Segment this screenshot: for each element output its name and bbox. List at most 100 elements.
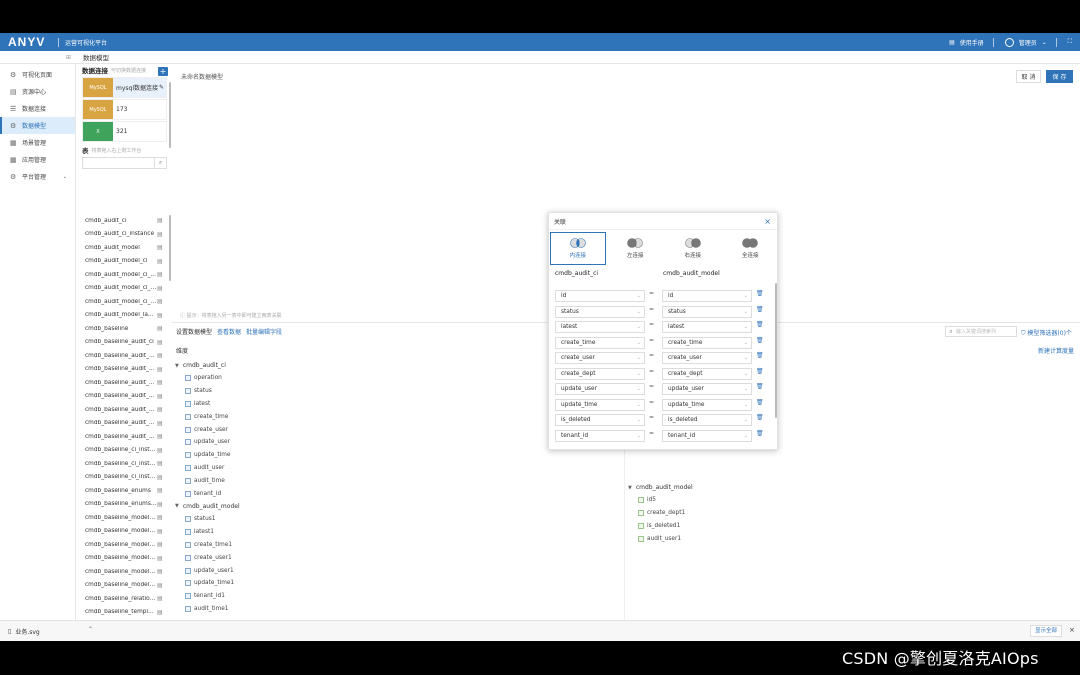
table-icon[interactable]: ▤ bbox=[157, 352, 163, 359]
chevron-down-icon[interactable]: ⌄ bbox=[744, 384, 748, 395]
table-icon[interactable]: ▤ bbox=[157, 379, 163, 386]
tree-field[interactable]: audit_user bbox=[175, 462, 615, 475]
table-icon[interactable]: ▤ bbox=[157, 325, 163, 332]
table-item[interactable]: cmdb_baseline_audit_ci ▤ bbox=[78, 336, 171, 350]
left-field-select[interactable]: create_dept ⌄ bbox=[555, 367, 645, 380]
tree-field[interactable]: update_user1 bbox=[175, 564, 615, 577]
table-icon[interactable]: ▤ bbox=[157, 285, 163, 292]
chevron-down-icon[interactable]: ⌄ bbox=[637, 384, 641, 395]
chevron-down-icon[interactable]: ⌄ bbox=[637, 338, 641, 349]
tab-batch-edit[interactable]: 批量编辑字段 bbox=[246, 327, 282, 336]
caret-down-icon[interactable]: ▼ bbox=[628, 485, 632, 491]
tree-field[interactable]: audit_user1 bbox=[628, 532, 828, 545]
left-field-select[interactable]: status ⌄ bbox=[555, 305, 645, 318]
table-icon[interactable]: ▤ bbox=[157, 474, 163, 481]
fullscreen-icon[interactable]: ⛶ bbox=[1068, 38, 1072, 46]
grid-icon[interactable]: ⊞ bbox=[66, 54, 71, 61]
add-connection-button[interactable]: + bbox=[158, 67, 168, 76]
table-item[interactable]: cmdb_audit_model_ci_... ▤ bbox=[78, 268, 171, 282]
tree-field[interactable]: update_time bbox=[175, 449, 615, 462]
user-menu[interactable]: 管理员 bbox=[1019, 38, 1037, 47]
chevron-down-icon[interactable]: ⌄ bbox=[1042, 39, 1047, 46]
left-field-select[interactable]: id ⌄ bbox=[555, 290, 645, 302]
tab-settings[interactable]: 设置数据模型 bbox=[176, 327, 212, 336]
table-search-input[interactable]: ⌕ bbox=[82, 157, 167, 169]
chevron-down-icon[interactable]: ⌄ bbox=[637, 353, 641, 364]
table-icon[interactable]: ▤ bbox=[157, 393, 163, 400]
left-field-select[interactable]: create_user ⌄ bbox=[555, 352, 645, 364]
table-item[interactable]: cmdb_baseline ▤ bbox=[78, 322, 171, 336]
table-item[interactable]: cmdb_audit_model ▤ bbox=[78, 241, 171, 255]
table-item[interactable]: cmdb_audit_model_ci_r... ▤ bbox=[78, 282, 171, 296]
source-scrollbar[interactable] bbox=[169, 82, 171, 148]
tree-field[interactable]: update_time1 bbox=[175, 577, 615, 590]
model-name[interactable]: 未命名数据模型 bbox=[181, 72, 223, 81]
join-type-1[interactable]: 内连接 bbox=[550, 232, 606, 265]
delete-icon[interactable]: 🗑 bbox=[756, 430, 764, 437]
tree-field[interactable]: audit_time1 bbox=[175, 603, 615, 616]
delete-icon[interactable]: 🗑 bbox=[756, 399, 764, 406]
search-icon[interactable]: ⌕ bbox=[154, 158, 166, 168]
right-field-select[interactable]: latest ⌄ bbox=[662, 321, 752, 333]
right-field-select[interactable]: tenant_id ⌄ bbox=[662, 429, 752, 442]
delete-icon[interactable]: 🗑 bbox=[756, 337, 764, 344]
delete-icon[interactable]: 🗑 bbox=[756, 290, 764, 297]
chevron-down-icon[interactable]: ⌄ bbox=[744, 369, 748, 380]
right-field-select[interactable]: update_time ⌄ bbox=[662, 398, 752, 411]
table-item[interactable]: cmdb_baseline_audit_... ▤ bbox=[78, 417, 171, 431]
table-icon[interactable]: ▤ bbox=[157, 609, 163, 616]
table-item[interactable]: cmdb_baseline_audit_... ▤ bbox=[78, 363, 171, 377]
table-icon[interactable]: ▤ bbox=[157, 366, 163, 373]
right-field-select[interactable]: id ⌄ bbox=[662, 290, 752, 302]
table-item[interactable]: cmdb_baseline_ci_insta... ▤ bbox=[78, 457, 171, 471]
table-item[interactable]: cmdb_baseline_ci_insta... ▤ bbox=[78, 444, 171, 458]
data-source-item[interactable]: MySQL mysql数据连接 ✎ bbox=[82, 77, 167, 98]
table-item[interactable]: cmdb_audit_model_ci ▤ bbox=[78, 255, 171, 269]
table-icon[interactable]: ▤ bbox=[157, 487, 163, 494]
table-item[interactable]: cmdb_baseline_relation... ▤ bbox=[78, 592, 171, 606]
tree-group[interactable]: ▼ cmdb_audit_model bbox=[628, 481, 828, 494]
left-field-select[interactable]: is_deleted ⌄ bbox=[555, 414, 645, 426]
table-icon[interactable]: ▤ bbox=[157, 312, 163, 319]
table-item[interactable]: cmdb_baseline_audit_... ▤ bbox=[78, 430, 171, 444]
right-field-select[interactable]: update_user ⌄ bbox=[662, 383, 752, 395]
delete-icon[interactable]: 🗑 bbox=[756, 383, 764, 390]
table-icon[interactable]: ▤ bbox=[157, 433, 163, 440]
chevron-down-icon[interactable]: ⌄ bbox=[637, 369, 641, 380]
tree-field[interactable]: tenant_id bbox=[175, 487, 615, 500]
tree-field[interactable]: status1 bbox=[175, 513, 615, 526]
table-icon[interactable]: ▤ bbox=[157, 460, 163, 467]
chevron-down-icon[interactable]: ⌄ bbox=[637, 431, 641, 442]
right-field-select[interactable]: create_time ⌄ bbox=[662, 336, 752, 349]
data-source-item[interactable]: X 321 bbox=[82, 121, 167, 142]
chevron-down-icon[interactable]: ⌄ bbox=[744, 431, 748, 442]
tree-field[interactable]: audit_time bbox=[175, 474, 615, 487]
delete-icon[interactable]: 🗑 bbox=[756, 414, 764, 421]
table-item[interactable]: cmdb_audit_ci_instance ▤ bbox=[78, 228, 171, 242]
table-item[interactable]: cmdb_baseline_enums_... ▤ bbox=[78, 498, 171, 512]
delete-icon[interactable]: 🗑 bbox=[756, 352, 764, 359]
sidebar-item[interactable]: ☰ 数据连接 bbox=[0, 100, 75, 117]
table-item[interactable]: cmdb_baseline_audit_... ▤ bbox=[78, 376, 171, 390]
chevron-down-icon[interactable]: ⌄ bbox=[744, 415, 748, 426]
table-icon[interactable]: ▤ bbox=[157, 447, 163, 454]
chevron-down-icon[interactable]: ⌄ bbox=[744, 291, 748, 302]
chevron-down-icon[interactable]: ⌄ bbox=[744, 307, 748, 318]
table-item[interactable]: cmdb_baseline_model_ci ▤ bbox=[78, 511, 171, 525]
table-item[interactable]: cmdb_baseline_ci_insta... ▤ bbox=[78, 471, 171, 485]
delete-icon[interactable]: 🗑 bbox=[756, 306, 764, 313]
table-icon[interactable]: ▤ bbox=[157, 555, 163, 562]
sidebar-item[interactable]: ⚙ 平台管理 ⌄ bbox=[0, 168, 75, 185]
join-type-4[interactable]: 全连接 bbox=[723, 232, 779, 265]
tree-field[interactable]: is_deleted1 bbox=[628, 520, 828, 533]
chevron-down-icon[interactable]: ⌄ bbox=[63, 174, 67, 180]
table-item[interactable]: cmdb_baseline_model_... ▤ bbox=[78, 565, 171, 579]
new-measure-button[interactable]: 新建计算度量 bbox=[1038, 346, 1074, 355]
table-icon[interactable]: ▤ bbox=[157, 231, 163, 238]
right-field-select[interactable]: create_user ⌄ bbox=[662, 352, 752, 364]
search-icon[interactable]: ⌕ bbox=[946, 328, 956, 336]
join-type-3[interactable]: 右连接 bbox=[665, 232, 721, 265]
table-icon[interactable]: ▤ bbox=[157, 420, 163, 427]
tree-group[interactable]: ▼ cmdb_audit_model bbox=[175, 500, 615, 513]
right-field-select[interactable]: create_dept ⌄ bbox=[662, 367, 752, 380]
